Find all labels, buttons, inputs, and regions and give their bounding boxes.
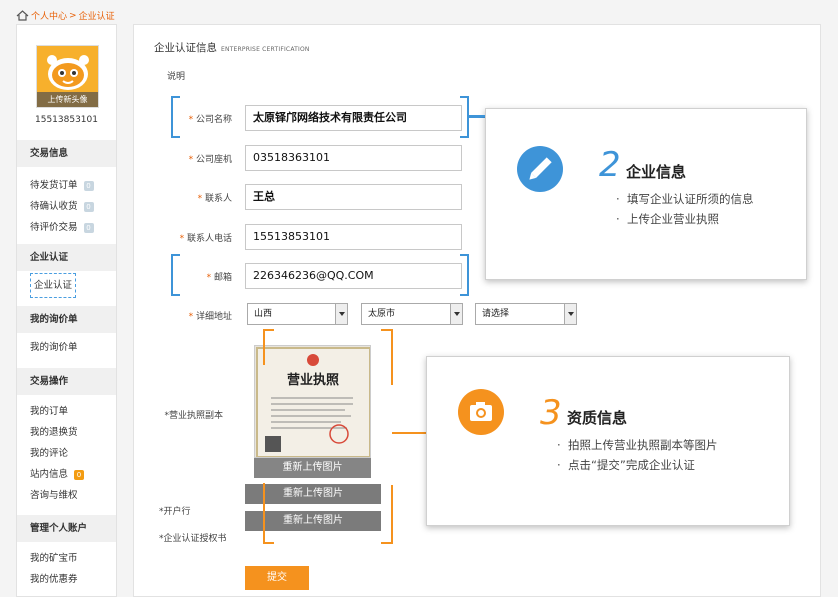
callout-connectors	[467, 115, 485, 117]
